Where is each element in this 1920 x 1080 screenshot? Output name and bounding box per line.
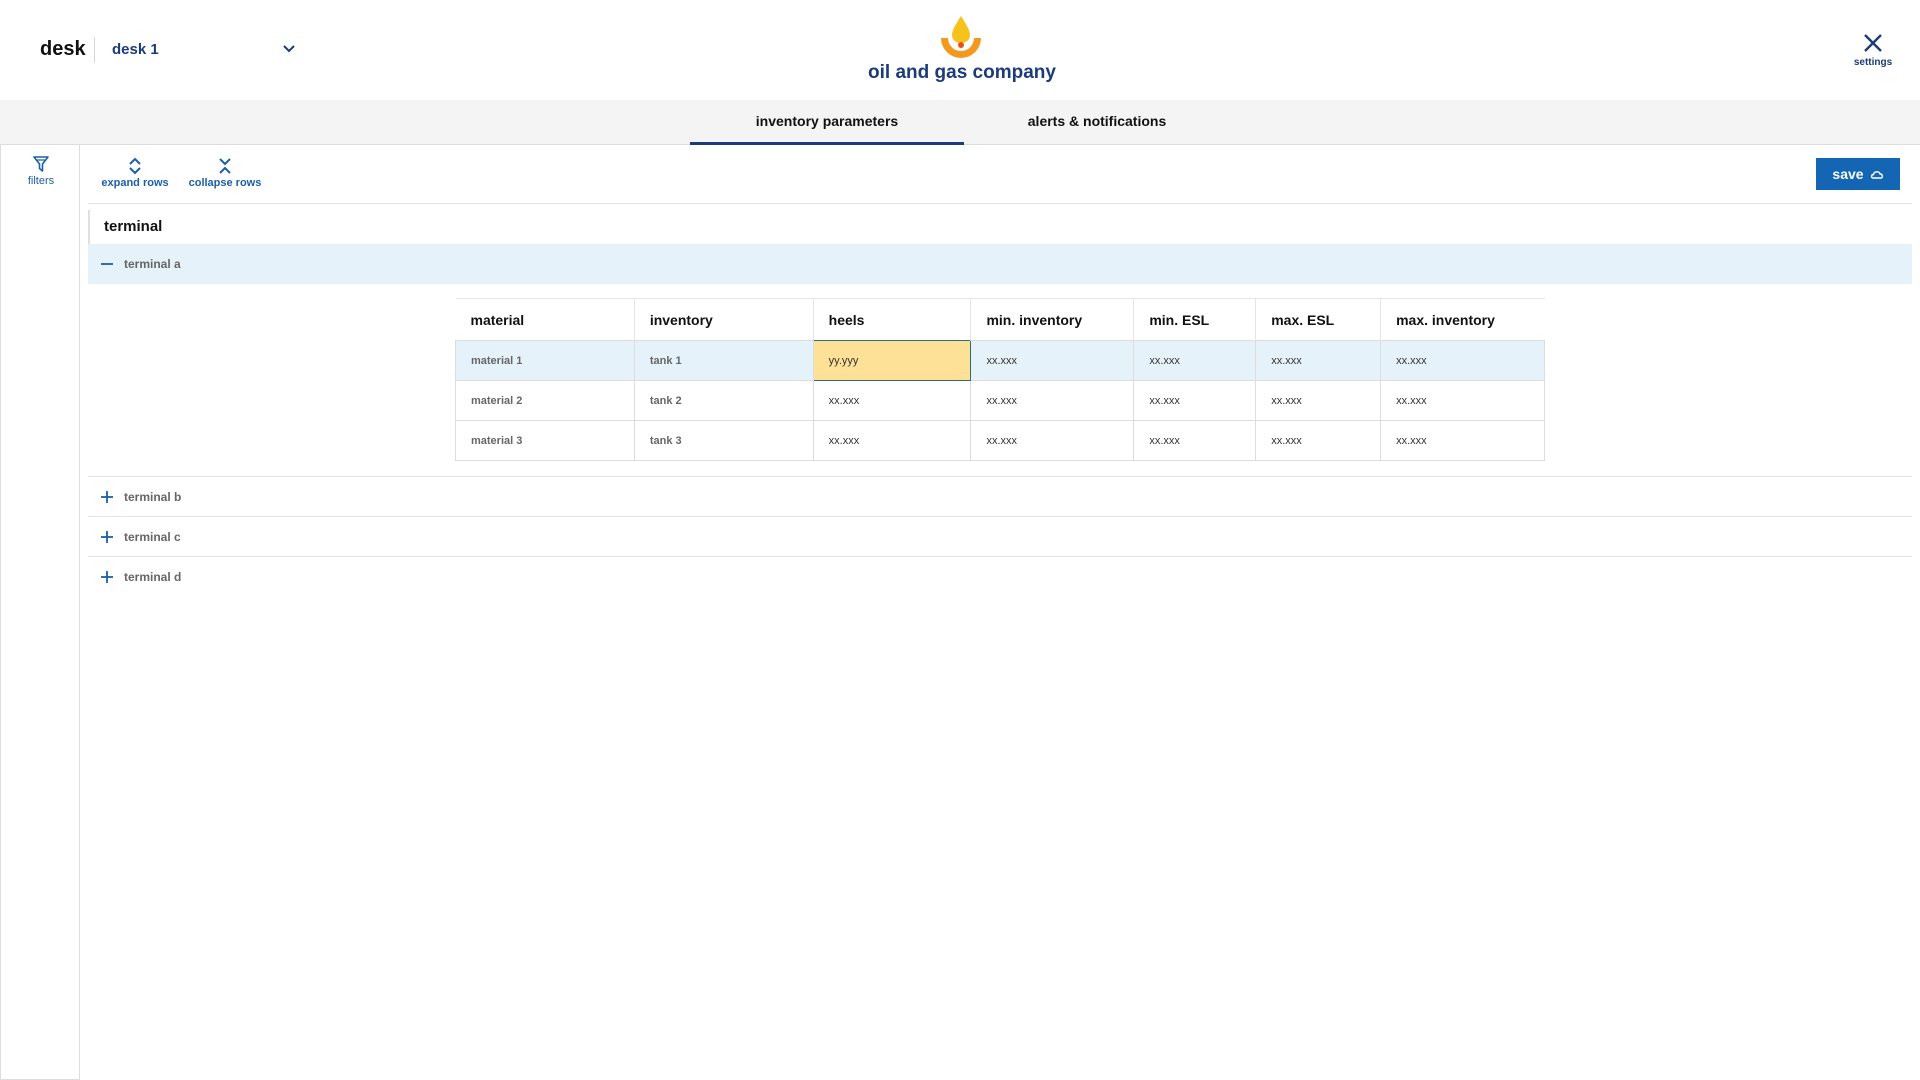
- plus-icon: [101, 571, 113, 583]
- heels-input[interactable]: xx.xxx: [812, 380, 972, 421]
- cloud-icon: [1870, 171, 1883, 179]
- column-header-max-inventory: max. inventory: [1380, 298, 1545, 341]
- terminal-row-d[interactable]: terminal d: [88, 556, 1912, 596]
- terminal-label: terminal b: [124, 490, 182, 504]
- left-rail: filters: [0, 145, 80, 1080]
- plus-icon: [101, 531, 113, 543]
- terminal-label: terminal a: [124, 257, 181, 271]
- max-esl-input[interactable]: xx.xxx: [1255, 340, 1382, 381]
- min-inventory-input[interactable]: xx.xxx: [970, 420, 1135, 461]
- min-esl-input[interactable]: xx.xxx: [1133, 340, 1257, 381]
- table-row: material 1 tank 1 yy.yyy xx.xxx xx.xxx x…: [455, 340, 1545, 381]
- column-header-min-esl: min. ESL: [1133, 298, 1256, 341]
- toolbar: expand rows collapse rows save: [88, 150, 1912, 204]
- min-esl-input[interactable]: xx.xxx: [1133, 380, 1257, 421]
- terminal-row-b[interactable]: terminal b: [88, 476, 1912, 516]
- column-header-heels: heels: [812, 298, 971, 341]
- table-header-row: material inventory heels min. inventory …: [456, 298, 1545, 341]
- inventory-cell: tank 3: [633, 420, 814, 461]
- materials-table: material inventory heels min. inventory …: [455, 298, 1545, 461]
- collapse-rows-button[interactable]: collapse rows: [186, 156, 264, 198]
- company-logo-icon: [941, 16, 981, 58]
- material-cell: material 2: [455, 380, 635, 421]
- filters-button[interactable]: filters: [11, 155, 71, 195]
- table-row: material 3 tank 3 xx.xxx xx.xxx xx.xxx x…: [455, 420, 1545, 461]
- terminal-header-label: terminal: [104, 218, 163, 235]
- min-esl-input[interactable]: xx.xxx: [1133, 420, 1257, 461]
- terminal-row-c[interactable]: terminal c: [88, 516, 1912, 556]
- inventory-cell: tank 1: [633, 340, 814, 381]
- filter-icon: [33, 156, 49, 172]
- heels-input[interactable]: yy.yyy: [812, 340, 972, 381]
- plus-icon: [101, 491, 113, 503]
- expand-rows-label: expand rows: [101, 177, 169, 189]
- desk-select[interactable]: desk 1: [112, 36, 298, 64]
- tab-bar: inventory parameters alerts & notificati…: [0, 100, 1920, 145]
- column-header-inventory: inventory: [633, 298, 814, 341]
- company-name: oil and gas company: [868, 62, 1056, 83]
- settings-label: settings: [1853, 57, 1893, 68]
- column-header-max-esl: max. ESL: [1255, 298, 1381, 341]
- settings-button[interactable]: settings: [1848, 32, 1898, 76]
- max-inventory-input[interactable]: xx.xxx: [1380, 340, 1545, 381]
- max-inventory-input[interactable]: xx.xxx: [1380, 420, 1545, 461]
- filters-label: filters: [27, 175, 55, 187]
- tab-alerts-notifications[interactable]: alerts & notifications: [964, 100, 1230, 145]
- collapse-rows-label: collapse rows: [188, 177, 262, 189]
- material-cell: material 1: [455, 340, 635, 381]
- max-inventory-input[interactable]: xx.xxx: [1380, 380, 1545, 421]
- collapse-icon: [219, 158, 231, 174]
- max-esl-input[interactable]: xx.xxx: [1255, 380, 1382, 421]
- min-inventory-input[interactable]: xx.xxx: [970, 380, 1135, 421]
- min-inventory-input[interactable]: xx.xxx: [970, 340, 1135, 381]
- column-header-material: material: [470, 311, 525, 328]
- heels-input[interactable]: xx.xxx: [812, 420, 972, 461]
- expand-icon: [129, 157, 141, 175]
- header-divider: [94, 37, 95, 63]
- terminal-row-a[interactable]: terminal a: [88, 244, 1912, 284]
- max-esl-input[interactable]: xx.xxx: [1255, 420, 1382, 461]
- close-icon: [1864, 34, 1882, 52]
- minus-icon: [101, 263, 113, 265]
- chevron-down-icon: [283, 45, 295, 53]
- inventory-cell: tank 2: [633, 380, 814, 421]
- expand-rows-button[interactable]: expand rows: [100, 156, 170, 198]
- tab-inventory-parameters[interactable]: inventory parameters: [690, 100, 964, 145]
- terminal-label: terminal d: [124, 570, 182, 584]
- column-header-min-inventory: min. inventory: [970, 298, 1134, 341]
- desk-label: desk: [40, 38, 86, 60]
- app-header: desk desk 1 oil and gas company settings: [0, 0, 1920, 100]
- save-label: save: [1832, 166, 1864, 182]
- terminal-header: terminal: [88, 210, 1912, 244]
- material-cell: material 3: [455, 420, 635, 461]
- save-button[interactable]: save: [1816, 158, 1900, 190]
- desk-select-value: desk 1: [112, 41, 159, 58]
- terminal-label: terminal c: [124, 530, 181, 544]
- table-row: material 2 tank 2 xx.xxx xx.xxx xx.xxx x…: [455, 380, 1545, 421]
